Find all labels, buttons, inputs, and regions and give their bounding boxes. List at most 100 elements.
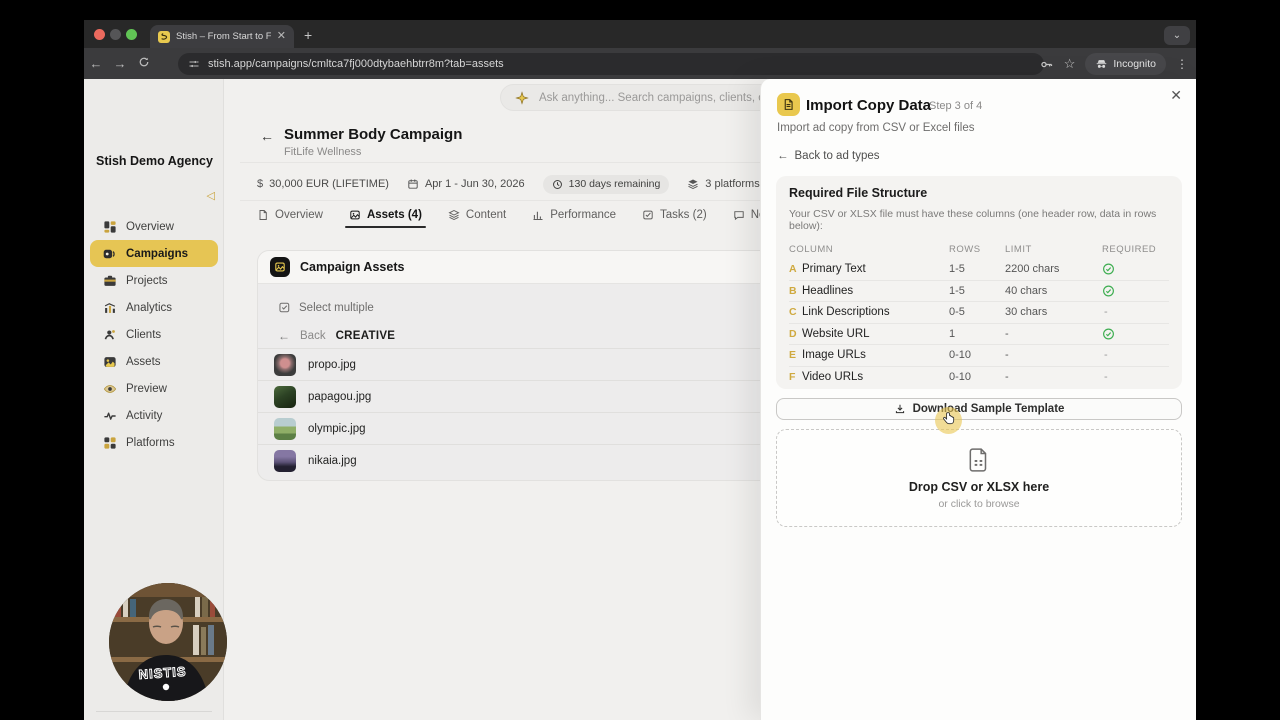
check-square-icon	[642, 209, 654, 221]
required-dash: -	[1104, 349, 1108, 361]
column-limit: -	[1005, 349, 1009, 361]
preview-eye-icon	[103, 382, 117, 396]
campaign-client: FitLife Wellness	[284, 146, 361, 158]
projects-icon	[103, 274, 117, 288]
col-header-required: REQUIRED	[1102, 244, 1156, 255]
browser-tab[interactable]: Stish – From Start to Finish | C ✕	[150, 25, 294, 48]
panel-close-icon[interactable]: ✕	[1170, 87, 1182, 104]
campaigns-icon	[103, 247, 117, 261]
tab-strip: Stish – From Start to Finish | C ✕ + ⌄	[84, 20, 1196, 48]
sidebar-item-preview[interactable]: Preview	[90, 375, 218, 402]
user-avatar[interactable]: NISTIS	[109, 583, 227, 701]
campaign-tabs: Overview Assets (4) Content Performance …	[257, 203, 798, 226]
column-rows: 0-10	[949, 371, 971, 383]
asset-thumbnail	[274, 354, 296, 376]
tab-overview[interactable]: Overview	[257, 203, 323, 226]
asset-thumbnail	[274, 418, 296, 440]
column-letter: F	[789, 371, 795, 383]
required-file-structure-card: Required File Structure Your CSV or XLSX…	[776, 176, 1182, 389]
campaign-back-icon[interactable]: ←	[260, 128, 274, 144]
bookmark-star-icon[interactable]: ☆	[1064, 56, 1076, 72]
import-copy-data-panel: ✕ Import Copy Data Step 3 of 4 Import ad…	[760, 79, 1196, 720]
url-bar[interactable]: stish.app/campaigns/cmltca7fj000dtybaehb…	[178, 53, 1044, 75]
reload-icon[interactable]	[132, 56, 156, 71]
sidebar-item-analytics[interactable]: Analytics	[90, 294, 218, 321]
window-chevron-down-icon[interactable]: ⌄	[1164, 26, 1190, 45]
new-tab-button[interactable]: +	[304, 27, 312, 43]
column-name: Image URLs	[802, 349, 866, 361]
asset-thumbnail	[274, 450, 296, 472]
platforms-value: 3 platforms	[705, 178, 759, 190]
column-rows: 0-10	[949, 349, 971, 361]
site-settings-icon[interactable]	[188, 58, 200, 70]
col-header-rows: ROWS	[949, 244, 981, 255]
sidebar-item-campaigns[interactable]: Campaigns	[90, 240, 218, 267]
incognito-icon	[1095, 58, 1108, 71]
dollar-icon: $	[257, 178, 263, 190]
sidebar-collapse-icon[interactable]: ◁	[207, 189, 215, 202]
column-letter: C	[789, 306, 797, 318]
required-check-icon	[1102, 327, 1115, 340]
sidebar-item-activity[interactable]: Activity	[90, 402, 218, 429]
sidebar-item-projects[interactable]: Projects	[90, 267, 218, 294]
assets-card-title: Campaign Assets	[300, 260, 404, 274]
back-arrow-icon: ←	[777, 150, 789, 162]
column-limit: 40 chars	[1005, 285, 1047, 297]
sidebar-item-label: Overview	[126, 221, 174, 233]
table-row: C Link Descriptions 0-5 30 chars -	[789, 301, 1169, 323]
assets-folder-name: CREATIVE	[336, 330, 396, 342]
assets-breadcrumb: ← Back CREATIVE	[278, 329, 395, 343]
analytics-icon	[103, 301, 117, 315]
bar-chart-icon	[532, 209, 544, 221]
select-multiple-button[interactable]: Select multiple	[278, 301, 374, 314]
asset-filename: olympic.jpg	[308, 423, 366, 435]
tab-content[interactable]: Content	[448, 203, 506, 226]
sidebar-item-assets[interactable]: Assets	[90, 348, 218, 375]
column-name: Primary Text	[802, 263, 866, 275]
agency-name: Stish Demo Agency	[96, 154, 213, 168]
incognito-label: Incognito	[1113, 58, 1156, 70]
csv-dropzone[interactable]: Drop CSV or XLSX here or click to browse	[776, 429, 1182, 527]
sidebar-item-platforms[interactable]: Platforms	[90, 429, 218, 456]
column-limit: 2200 chars	[1005, 263, 1059, 275]
minimize-window-button[interactable]	[110, 29, 121, 40]
table-row: F Video URLs 0-10 - -	[789, 366, 1169, 388]
url-text: stish.app/campaigns/cmltca7fj000dtybaehb…	[208, 58, 504, 70]
col-header-limit: LIMIT	[1005, 244, 1032, 255]
back-nav-icon[interactable]: ←	[84, 56, 108, 71]
tab-label: Tasks (2)	[660, 209, 707, 221]
back-to-ad-types-link[interactable]: ← Back to ad types	[777, 150, 880, 162]
platforms-icon	[103, 436, 117, 450]
panel-title: Import Copy Data	[806, 97, 931, 114]
structure-table-header: COLUMN ROWS LIMIT REQUIRED	[789, 244, 1169, 258]
password-key-icon[interactable]	[1039, 57, 1054, 72]
assets-back-icon[interactable]: ←	[278, 329, 290, 343]
activity-icon	[103, 409, 117, 423]
maximize-window-button[interactable]	[126, 29, 137, 40]
tab-tasks[interactable]: Tasks (2)	[642, 203, 707, 226]
tab-close-icon[interactable]: ✕	[277, 31, 286, 42]
sidebar-item-overview[interactable]: Overview	[90, 213, 218, 240]
sidebar-item-label: Preview	[126, 383, 167, 395]
panel-step: Step 3 of 4	[929, 100, 982, 112]
forward-nav-icon[interactable]: →	[108, 56, 132, 71]
column-rows: 1	[949, 328, 955, 340]
asset-thumbnail	[274, 386, 296, 408]
column-letter: E	[789, 349, 796, 361]
close-window-button[interactable]	[94, 29, 105, 40]
spreadsheet-file-icon	[966, 447, 992, 473]
document-icon	[257, 209, 269, 221]
column-name: Video URLs	[802, 371, 863, 383]
platforms-meta: 3 platforms	[687, 178, 759, 190]
tab-assets[interactable]: Assets (4)	[349, 203, 422, 226]
campaign-meta-row: $ 30,000 EUR (LIFETIME) Apr 1 - Jun 30, …	[257, 173, 760, 195]
browser-menu-icon[interactable]: ⋮	[1176, 57, 1188, 71]
required-dash: -	[1104, 306, 1108, 318]
download-sample-template-button[interactable]: Download Sample Template	[776, 398, 1182, 420]
sidebar-item-label: Activity	[126, 410, 162, 422]
tab-performance[interactable]: Performance	[532, 203, 616, 226]
tab-title: Stish – From Start to Finish | C	[176, 31, 271, 42]
sidebar-item-clients[interactable]: Clients	[90, 321, 218, 348]
asset-filename: propo.jpg	[308, 359, 356, 371]
assets-back-label[interactable]: Back	[300, 330, 326, 342]
